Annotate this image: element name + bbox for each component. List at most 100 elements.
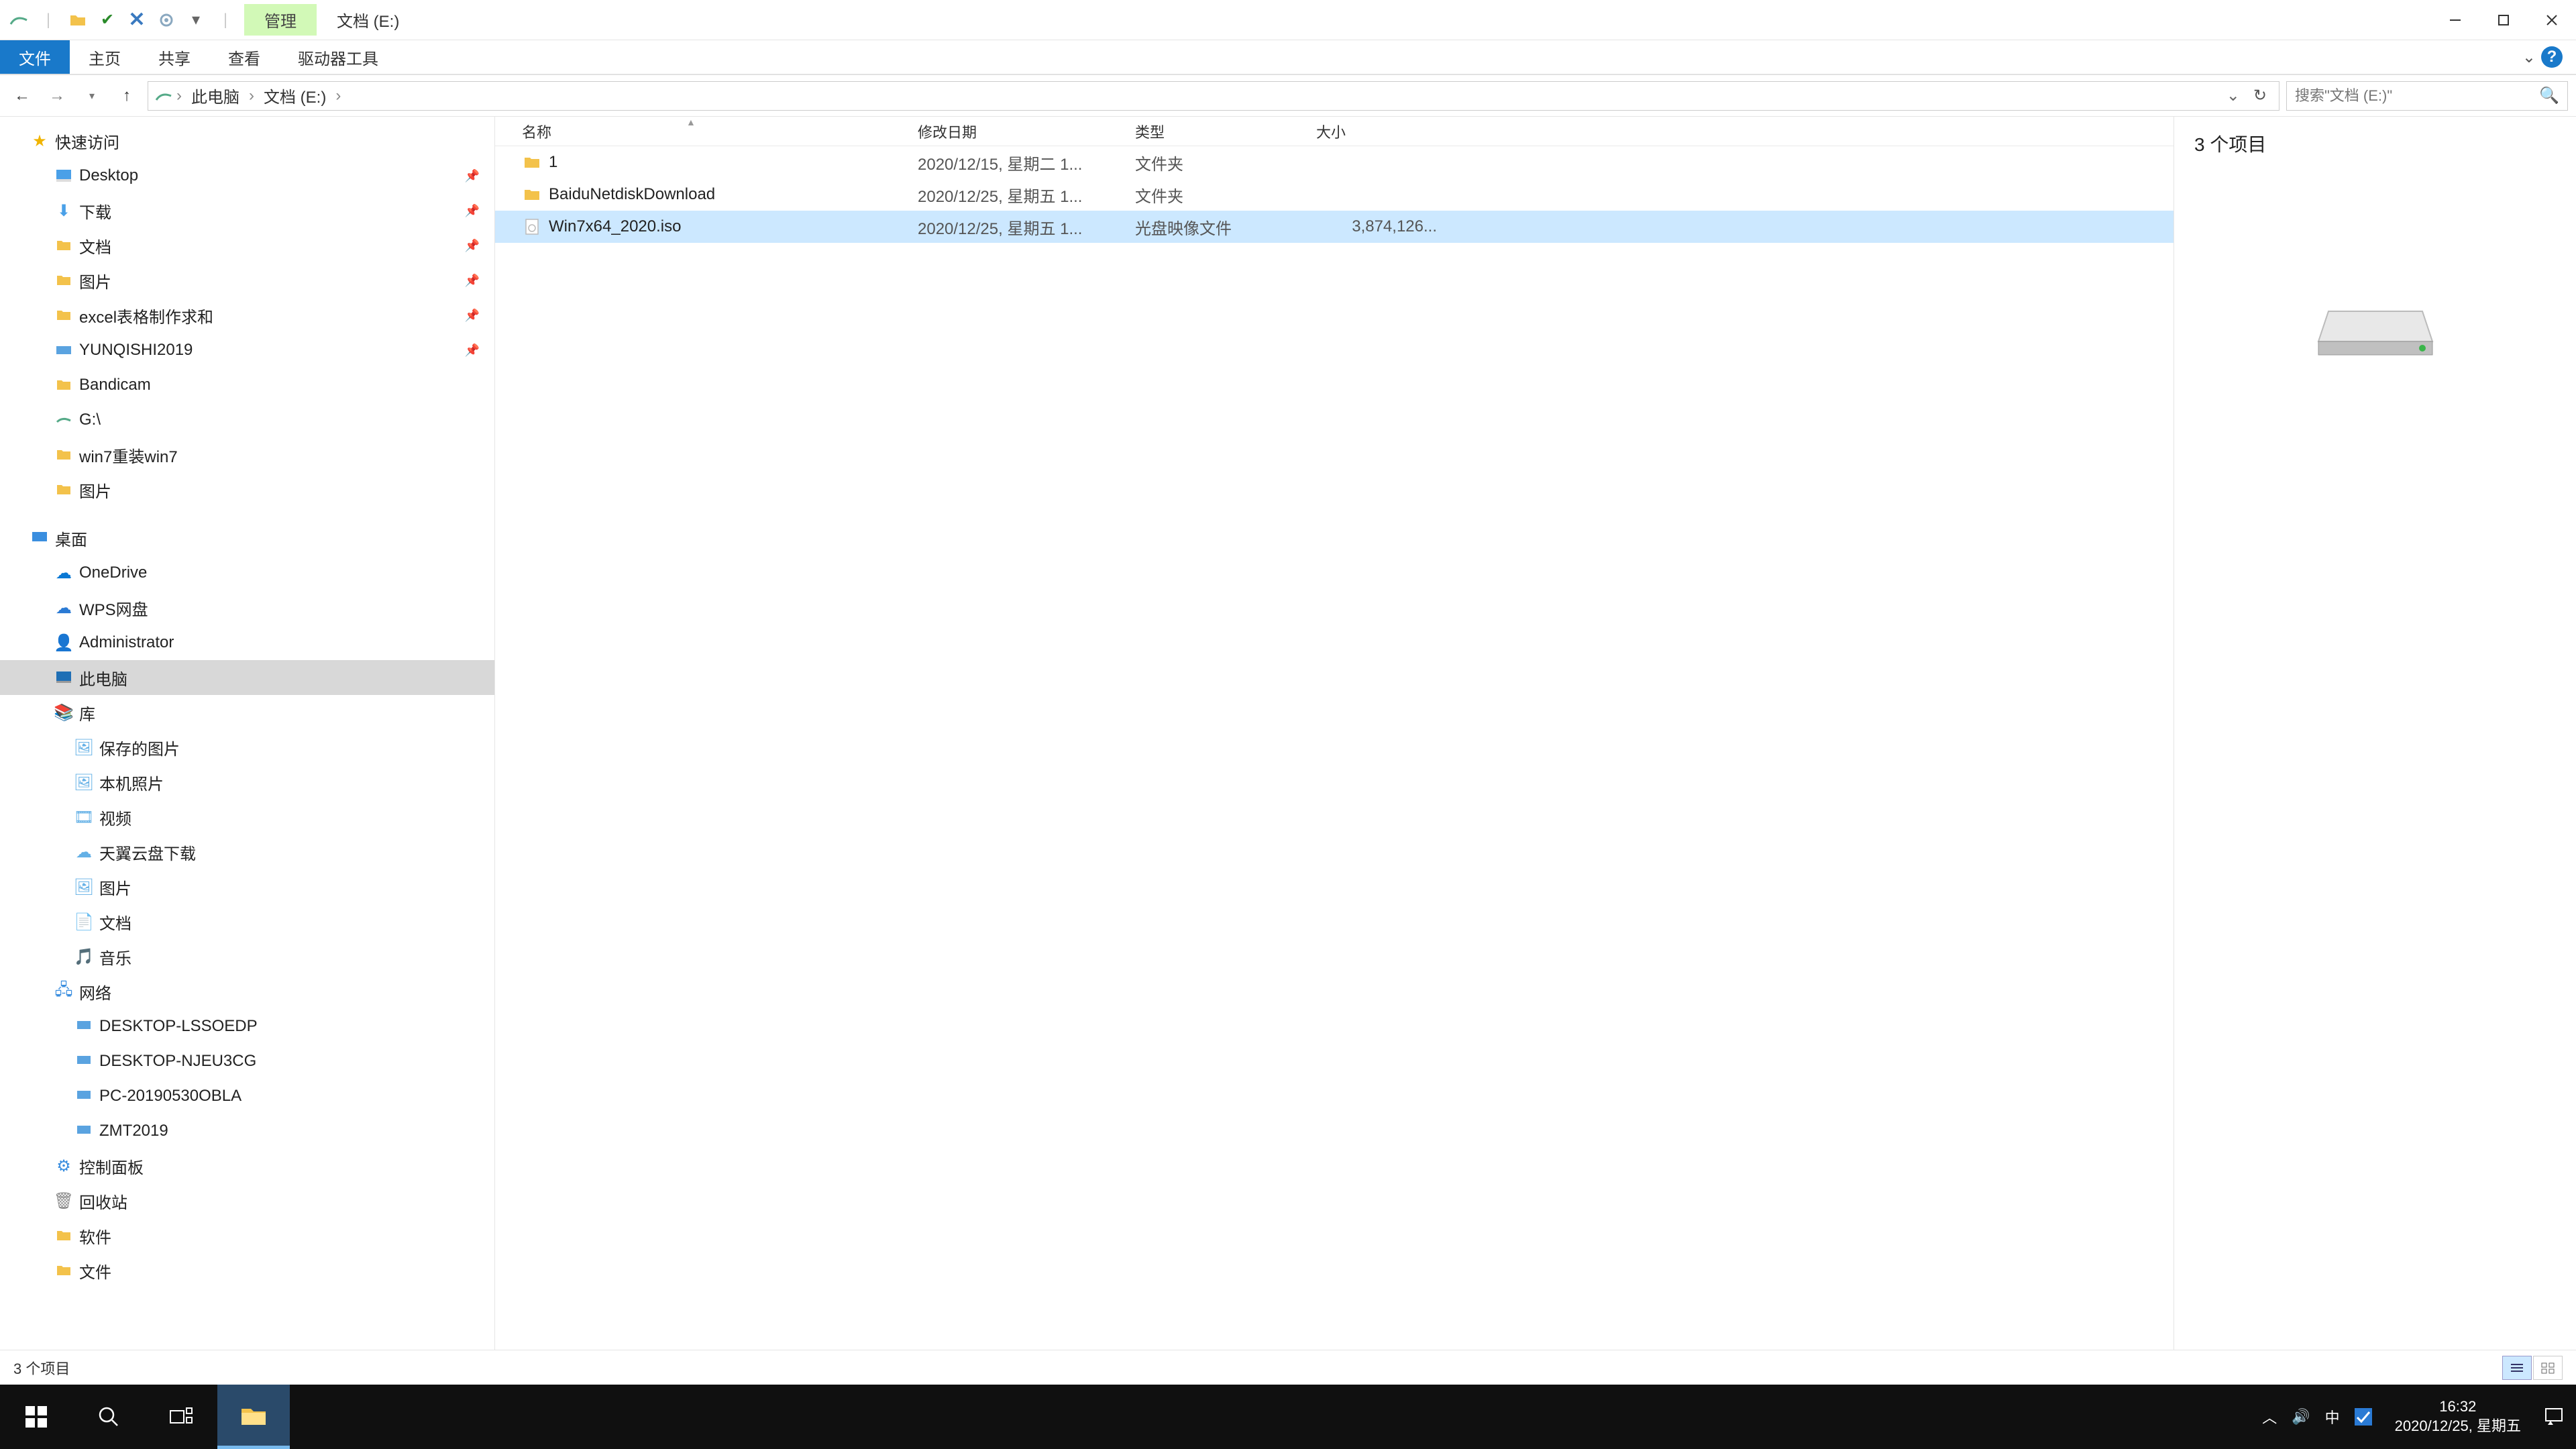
gear-icon[interactable] [154,8,178,32]
details-view-button[interactable] [2502,1356,2532,1380]
nav-library-item[interactable]: 🖼保存的图片 [0,730,494,765]
recent-dropdown[interactable]: ▾ [78,82,106,110]
nav-desktop[interactable]: 桌面 [0,521,494,555]
column-header-date[interactable]: 修改日期 [918,121,1135,142]
ribbon-expand-icon[interactable]: ⌄ [2522,48,2536,67]
search-icon[interactable]: 🔍 [2539,86,2559,105]
chevron-right-icon[interactable]: › [335,87,341,105]
quick-access-toolbar: | ✔ ✕ ▾ | [0,8,244,32]
ribbon-tab-share[interactable]: 共享 [140,40,209,74]
address-dropdown-icon[interactable]: ⌄ [2222,86,2244,105]
pin-icon: 📌 [465,343,480,358]
nav-quick-item[interactable]: Bandicam [0,368,494,402]
nav-network[interactable]: 🖧网络 [0,974,494,1009]
folder-icon[interactable] [66,8,90,32]
column-header-name[interactable]: 名称 ▲ [522,121,918,142]
volume-icon[interactable]: 🔊 [2292,1408,2310,1426]
nav-folder-files[interactable]: 文件 [0,1253,494,1288]
nav-quick-item[interactable]: excel表格制作求和📌 [0,298,494,333]
search-box[interactable]: 🔍 [2286,81,2568,111]
nav-folder-software[interactable]: 软件 [0,1218,494,1253]
nav-quick-access[interactable]: ★ 快速访问 [0,123,494,158]
breadcrumb-root-icon[interactable] [155,89,172,103]
file-row[interactable]: 1 2020/12/15, 星期二 1... 文件夹 [495,146,2174,178]
file-date: 2020/12/25, 星期五 1... [918,215,1135,239]
column-header-size[interactable]: 大小 [1316,121,1437,142]
minimize-button[interactable] [2431,3,2479,37]
task-view-button[interactable] [145,1385,217,1449]
up-button[interactable]: ↑ [113,82,141,110]
ribbon-tab-drivetools[interactable]: 驱动器工具 [279,40,397,74]
file-size: 3,874,126... [1316,217,1437,236]
breadcrumb[interactable]: › 此电脑 › 文档 (E:) › ⌄ ↻ [148,81,2279,111]
explorer-taskbar-button[interactable] [217,1385,290,1449]
navigation-pane[interactable]: ★ 快速访问 Desktop📌 ⬇下载📌 文档📌 图片📌 excel表格制作求和… [0,117,495,1350]
icons-view-button[interactable] [2533,1356,2563,1380]
nav-quick-item[interactable]: ⬇下载📌 [0,193,494,228]
ime-indicator[interactable]: 中 [2325,1406,2340,1428]
nav-network-pc[interactable]: PC-20190530OBLA [0,1079,494,1114]
breadcrumb-segment[interactable]: 此电脑 [186,81,245,110]
file-row[interactable]: BaiduNetdiskDownload 2020/12/25, 星期五 1..… [495,178,2174,211]
nav-network-pc[interactable]: DESKTOP-LSSOEDP [0,1009,494,1044]
close-button[interactable] [2528,3,2576,37]
nav-quick-item[interactable]: 图片📌 [0,263,494,298]
nav-user[interactable]: 👤Administrator [0,625,494,660]
nav-wps[interactable]: ☁WPS网盘 [0,590,494,625]
search-button[interactable] [72,1385,145,1449]
ribbon-tab-view[interactable]: 查看 [209,40,279,74]
nav-library-item[interactable]: 🖼图片 [0,869,494,904]
chevron-right-icon[interactable]: › [176,87,182,105]
folder-icon [54,309,74,321]
nav-library-item[interactable]: 🎞视频 [0,800,494,835]
file-rows[interactable]: 1 2020/12/15, 星期二 1... 文件夹 BaiduNetdiskD… [495,146,2174,1350]
tray-app-icon[interactable] [2355,1408,2372,1426]
checkmark-icon[interactable]: ✔ [95,8,119,32]
nav-quick-item[interactable]: YUNQISHI2019📌 [0,333,494,368]
maximize-button[interactable] [2479,3,2528,37]
ribbon: 文件 主页 共享 查看 驱动器工具 ⌄ ? [0,40,2576,75]
refresh-icon[interactable]: ↻ [2248,86,2272,105]
nav-control-panel[interactable]: ⚙控制面板 [0,1148,494,1183]
nav-network-pc[interactable]: ZMT2019 [0,1114,494,1148]
nav-quick-item[interactable]: G:\ [0,402,494,437]
folder-icon [54,1230,74,1242]
breadcrumb-segment[interactable]: 文档 (E:) [258,81,331,110]
nav-quick-item[interactable]: win7重装win7 [0,437,494,472]
back-button[interactable]: ← [8,82,36,110]
tray-overflow-icon[interactable]: ︿ [2262,1406,2277,1428]
nav-quick-item[interactable]: 图片 [0,472,494,507]
action-center-icon[interactable] [2544,1407,2564,1427]
close-x-icon[interactable]: ✕ [125,8,149,32]
nav-network-pc[interactable]: DESKTOP-NJEU3CG [0,1044,494,1079]
tray-clock[interactable]: 16:32 2020/12/25, 星期五 [2387,1397,2529,1436]
nav-recycle-bin[interactable]: 🗑回收站 [0,1183,494,1218]
nav-library-item[interactable]: 📄文档 [0,904,494,939]
nav-library-item[interactable]: 🖼本机照片 [0,765,494,800]
nav-quick-item[interactable]: 文档📌 [0,228,494,263]
qat-dropdown-icon[interactable]: ▾ [184,8,208,32]
nav-quick-item[interactable]: Desktop📌 [0,158,494,193]
file-row[interactable]: Win7x64_2020.iso 2020/12/25, 星期五 1... 光盘… [495,211,2174,243]
ribbon-context-tab[interactable]: 管理 [244,4,317,36]
ribbon-tab-home[interactable]: 主页 [70,40,140,74]
search-input[interactable] [2295,87,2534,105]
file-name: 1 [549,153,918,172]
forward-button[interactable]: → [43,82,71,110]
system-tray: ︿ 🔊 中 16:32 2020/12/25, 星期五 [2250,1397,2576,1436]
file-type: 光盘映像文件 [1135,215,1316,239]
help-icon[interactable]: ? [2541,46,2563,68]
picture-icon: 🖼 [74,773,94,792]
recycle-icon: 🗑 [54,1191,74,1211]
nav-library-item[interactable]: 🎵音乐 [0,939,494,974]
nav-library-item[interactable]: ☁天翼云盘下载 [0,835,494,869]
chevron-right-icon[interactable]: › [249,87,254,105]
nav-this-pc[interactable]: 此电脑 [0,660,494,695]
start-button[interactable] [0,1385,72,1449]
nav-onedrive[interactable]: ☁OneDrive [0,555,494,590]
ribbon-tab-file[interactable]: 文件 [0,40,70,74]
column-header-type[interactable]: 类型 [1135,121,1316,142]
file-type: 文件夹 [1135,183,1316,207]
window-controls [2431,3,2576,37]
nav-libraries[interactable]: 📚库 [0,695,494,730]
